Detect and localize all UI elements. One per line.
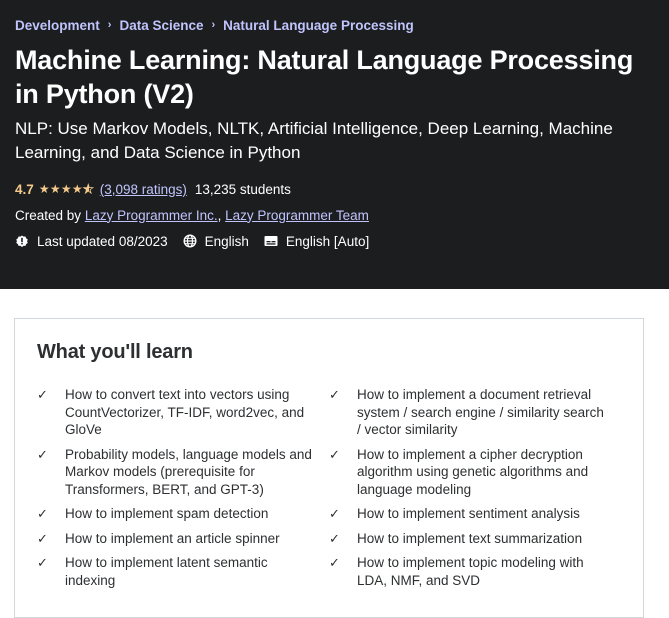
alert-badge-icon: [16, 235, 28, 247]
checkmark-icon: ✓: [37, 506, 48, 521]
learn-item-text: How to convert text into vectors using C…: [65, 387, 305, 437]
learn-item-text: How to implement text summarization: [357, 530, 583, 546]
what-youll-learn-section: What you'll learn ✓ How to convert text i…: [14, 318, 644, 618]
breadcrumb-item-nlp[interactable]: Natural Language Processing: [223, 18, 414, 33]
learn-item-text: How to implement topic modeling with LDA…: [357, 555, 584, 588]
students-count: 13,235 students: [194, 181, 291, 197]
learn-item: ✓ How to implement an article spinner: [37, 530, 329, 548]
learn-items-grid: ✓ How to convert text into vectors using …: [37, 386, 621, 596]
star-icon: ★: [60, 182, 72, 196]
instructor-link[interactable]: Lazy Programmer Team: [225, 208, 369, 223]
checkmark-icon: ✓: [329, 446, 340, 462]
rating-row: 4.7 ★ ★ ★ ★ ★ ★ (3,098 ratings) 13,235 st…: [15, 179, 654, 199]
breadcrumb-item-development[interactable]: Development: [15, 18, 100, 33]
breadcrumb: Development › Data Science › Natural Lan…: [15, 16, 654, 34]
section-title: What you'll learn: [37, 341, 193, 363]
language: English: [183, 234, 249, 249]
learn-item-text: How to implement spam detection: [65, 506, 269, 521]
chevron-right-icon: ›: [211, 19, 216, 31]
ratings-count-link[interactable]: (3,098 ratings): [100, 182, 187, 197]
last-updated-text: Last updated 08/2023: [37, 233, 168, 249]
instructor-separator: ,: [217, 207, 226, 223]
checkmark-icon: ✓: [37, 555, 48, 570]
checkmark-icon: ✓: [37, 387, 48, 402]
checkmark-icon: ✓: [329, 506, 340, 521]
learn-item-text: How to implement latent semantic indexin…: [65, 555, 268, 588]
created-by-label: Created by: [15, 207, 82, 223]
breadcrumb-item-data-science[interactable]: Data Science: [119, 18, 203, 33]
globe-icon: [183, 234, 197, 248]
learn-item-text: Probability models, language models and …: [65, 446, 312, 497]
star-half-icon: ★ ★: [82, 182, 94, 197]
learn-item: ✓ How to implement sentiment analysis: [329, 505, 621, 523]
instructor-link[interactable]: Lazy Programmer Inc.: [85, 208, 218, 223]
learn-item: ✓ How to implement a cipher decryption al…: [329, 446, 621, 499]
course-title: Machine Learning: Natural Language Proce…: [15, 45, 634, 109]
star-icon: ★: [49, 182, 61, 196]
learn-item-text: How to implement a document retrieval sy…: [357, 387, 604, 437]
star-rating: ★ ★ ★ ★ ★ ★: [38, 182, 94, 197]
learn-item: ✓ How to convert text into vectors using …: [37, 386, 329, 439]
created-by-row: Created by Lazy Programmer Inc., Lazy Pr…: [15, 205, 654, 225]
learn-item: ✓ How to implement text summarization: [329, 530, 621, 548]
learn-item: ✓ How to implement spam detection: [37, 505, 329, 523]
course-meta-row: Last updated 08/2023 English English [Au…: [15, 231, 654, 251]
learn-item: ✓ How to implement topic modeling with LD…: [329, 554, 621, 589]
checkmark-icon: ✓: [37, 530, 48, 546]
learn-column-left: ✓ How to convert text into vectors using …: [37, 386, 329, 596]
checkmark-icon: ✓: [329, 555, 340, 570]
closed-captions-icon: [264, 236, 278, 246]
learn-item-text: How to implement a cipher decryption alg…: [357, 446, 589, 497]
captions: English [Auto]: [264, 234, 369, 249]
course-header: Development › Data Science › Natural Lan…: [0, 0, 669, 289]
learn-item-text: How to implement sentiment analysis: [357, 506, 580, 521]
rating-score: 4.7: [15, 181, 34, 197]
checkmark-icon: ✓: [37, 446, 48, 462]
learn-column-right: ✓ How to implement a document retrieval s…: [329, 386, 621, 596]
star-icon: ★: [71, 182, 83, 196]
captions-text: English [Auto]: [285, 233, 370, 249]
star-icon: ★: [38, 182, 50, 196]
checkmark-icon: ✓: [329, 530, 340, 546]
last-updated: Last updated 08/2023: [15, 234, 168, 249]
course-subtitle: NLP: Use Markov Models, NLTK, Artificial…: [15, 119, 613, 162]
learn-item: ✓ Probability models, language models and…: [37, 446, 329, 499]
learn-item-text: How to implement an article spinner: [65, 530, 280, 546]
language-text: English: [204, 233, 249, 249]
learn-item: ✓ How to implement latent semantic indexi…: [37, 554, 329, 589]
chevron-right-icon: ›: [107, 19, 112, 31]
learn-item: ✓ How to implement a document retrieval s…: [329, 386, 621, 439]
checkmark-icon: ✓: [329, 387, 340, 402]
